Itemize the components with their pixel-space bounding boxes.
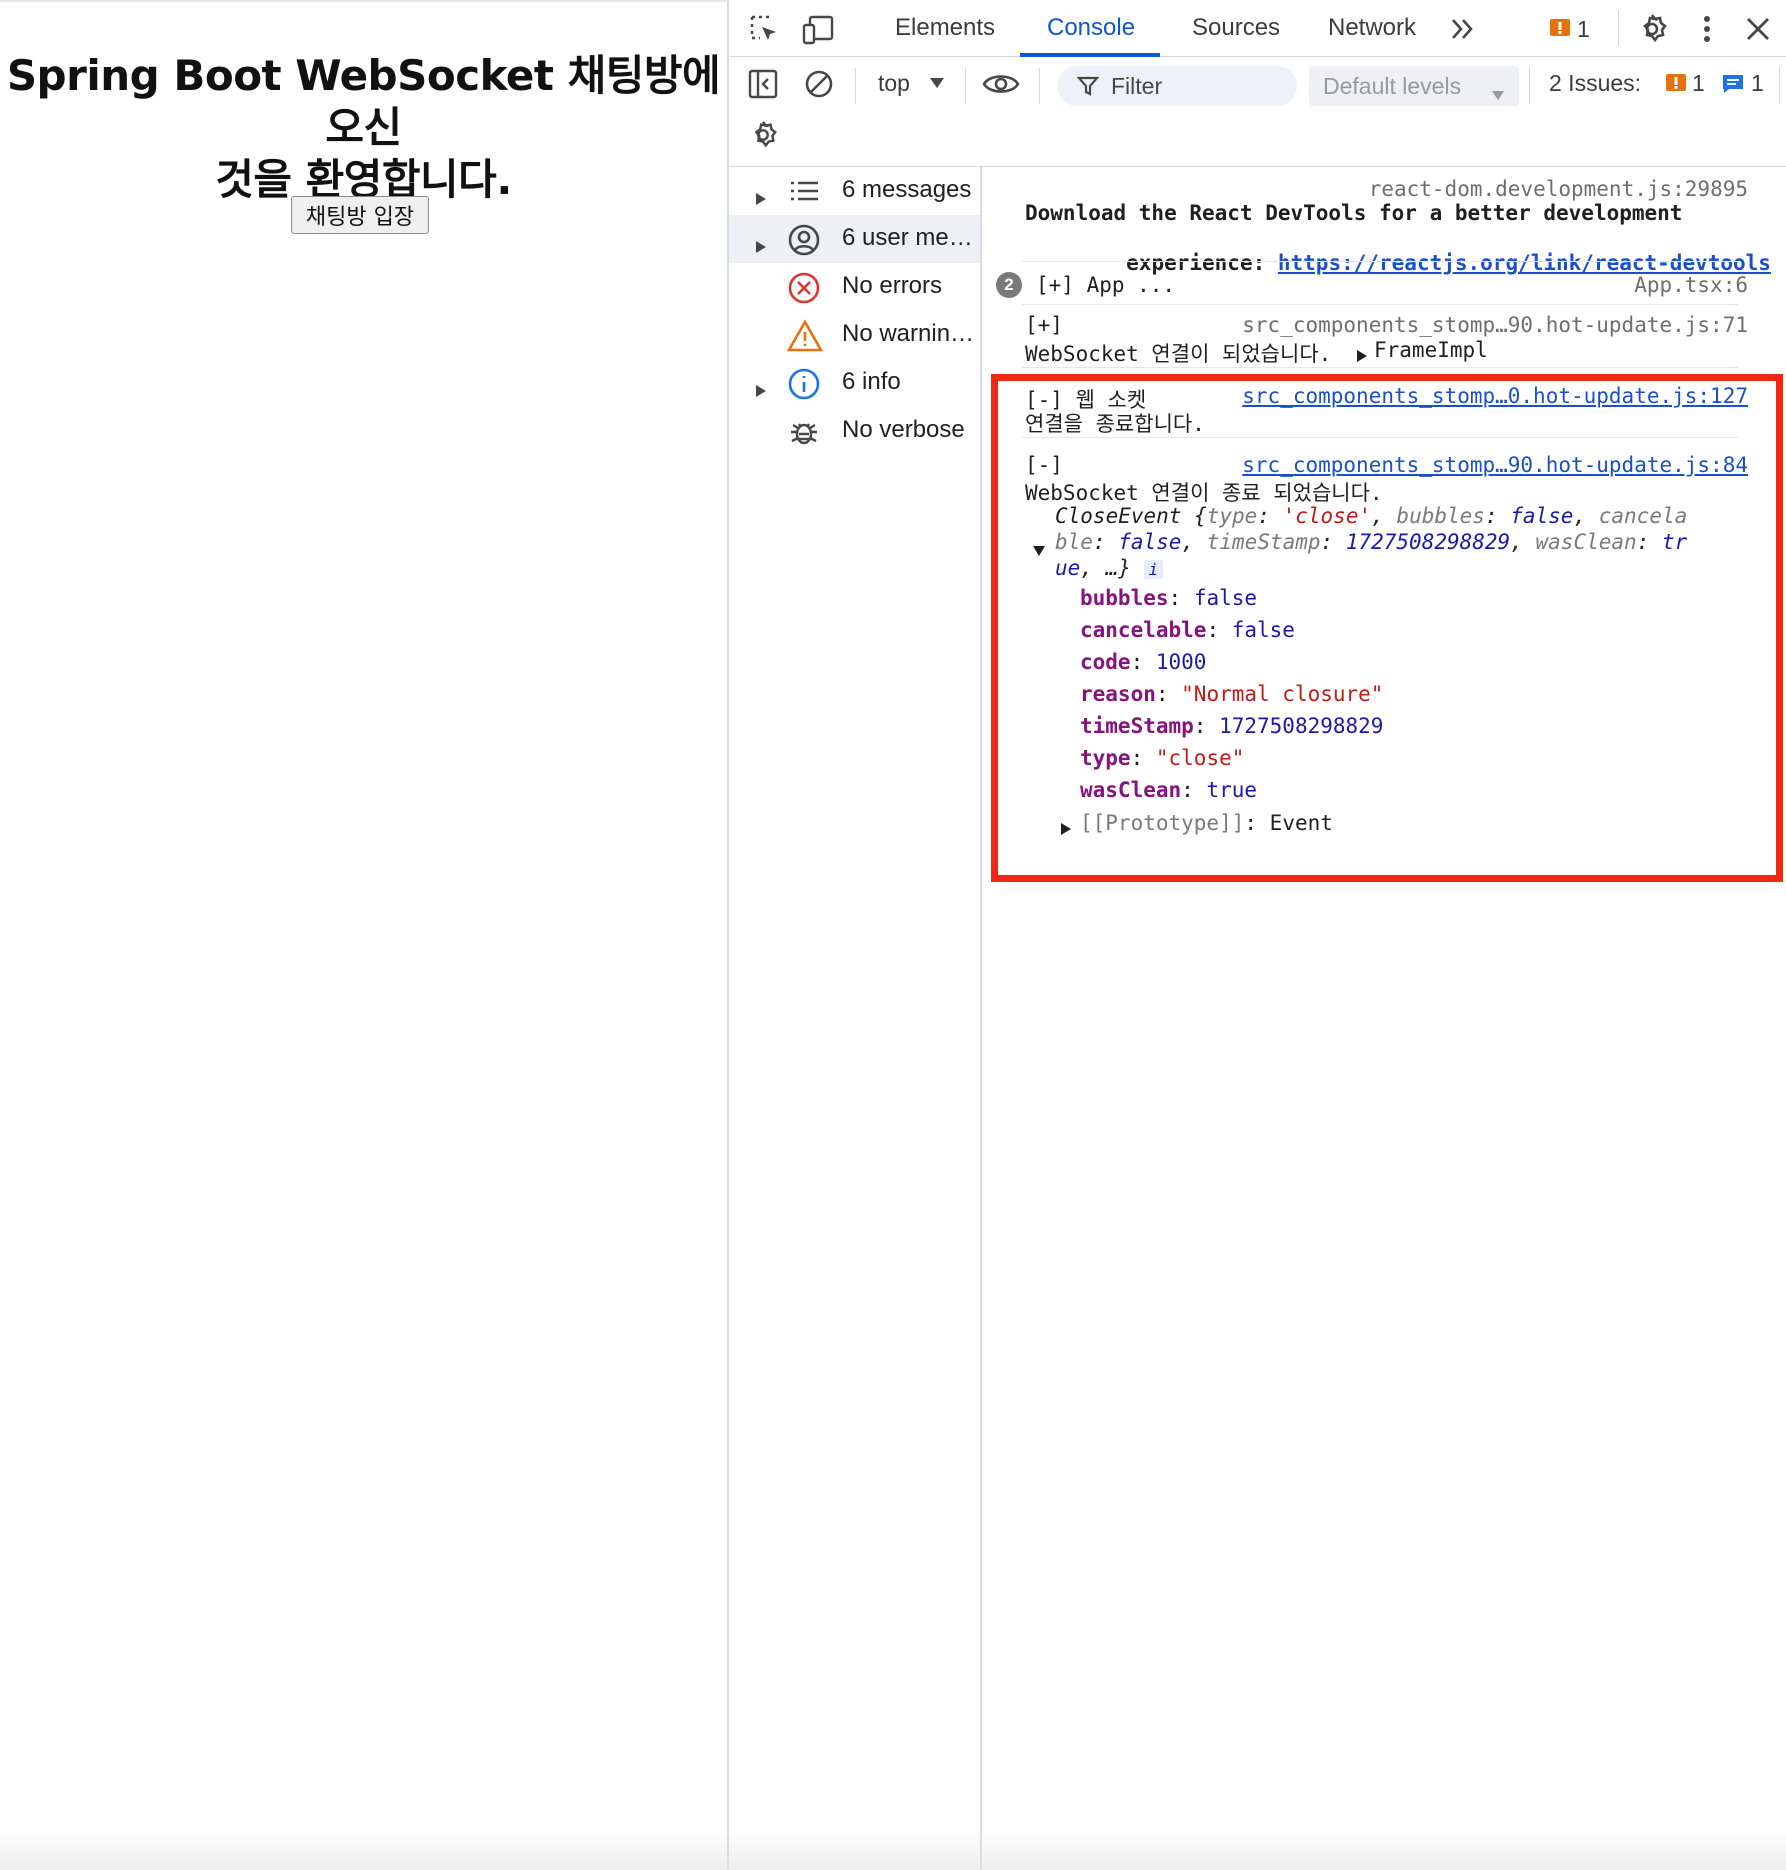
sidebar-item-user-messages[interactable]: 6 user me…	[729, 215, 980, 263]
chevron-double-right-icon[interactable]	[1449, 15, 1477, 48]
filter-input[interactable]: Filter	[1057, 66, 1297, 106]
message-text: experience:	[1126, 251, 1278, 275]
message-source[interactable]: react-dom.development.js:29895	[1369, 177, 1748, 201]
sidebar-item-messages[interactable]: 6 messages	[729, 167, 980, 215]
error-circle-icon	[787, 271, 823, 305]
repeat-count-badge: 2	[996, 272, 1022, 298]
sidebar-item-errors[interactable]: No errors	[729, 263, 980, 311]
bottom-shadow	[0, 1830, 1786, 1870]
live-expression-eye-icon[interactable]	[982, 71, 1020, 102]
enter-chatroom-button[interactable]: 채팅방 입장	[291, 196, 429, 234]
info-circle-icon	[787, 367, 823, 401]
device-toolbar-icon[interactable]	[802, 14, 836, 51]
message-prefix[interactable]: [+]	[1025, 313, 1063, 337]
highlight-box	[991, 374, 1783, 882]
expand-arrow-icon[interactable]	[755, 185, 767, 213]
issues-warning-count: 1	[1692, 70, 1705, 96]
issues-warning-icon	[1665, 73, 1687, 100]
filter-placeholder: Filter	[1111, 73, 1163, 99]
console-sidebar: 6 messages 6 user me… No errors No warni…	[729, 167, 982, 1870]
context-select[interactable]: top	[878, 70, 910, 97]
message-source[interactable]: src_components_stomp…90.hot-update.js:71	[1242, 313, 1748, 337]
user-circle-icon	[787, 223, 823, 257]
sidebar-item-info[interactable]: 6 info	[729, 359, 980, 407]
message-text[interactable]: [+] App ...	[1036, 273, 1175, 297]
devtools-tabbar: Elements Console Sources Network 1	[729, 0, 1786, 57]
frame-object[interactable]: FrameImpl	[1374, 338, 1488, 362]
message-text: WebSocket 연결이 되었습니다.	[1025, 342, 1332, 366]
caret-down-icon	[1491, 80, 1505, 107]
more-vertical-icon[interactable]	[1702, 14, 1712, 49]
issues-label[interactable]: 2 Issues:	[1549, 70, 1641, 97]
expand-arrow-icon[interactable]	[1356, 344, 1368, 368]
tab-elements[interactable]: Elements	[895, 14, 995, 42]
expand-arrow-icon[interactable]	[755, 377, 767, 405]
sidebar-item-label: No warnin…	[842, 320, 975, 347]
list-icon	[787, 175, 823, 209]
log-levels-label: Default levels	[1323, 73, 1462, 99]
bug-icon	[787, 415, 823, 449]
filter-funnel-icon	[1076, 75, 1100, 102]
inspect-element-icon[interactable]	[749, 14, 781, 51]
react-devtools-link[interactable]: https://reactjs.org/link/react-devtools	[1278, 251, 1771, 275]
sidebar-item-label: No verbose	[842, 416, 965, 443]
sidebar-item-label: 6 messages	[842, 176, 972, 203]
issues-info-count: 1	[1751, 70, 1764, 96]
warning-badge-icon[interactable]	[1549, 18, 1571, 45]
devtools-panel: Elements Console Sources Network 1 top F…	[727, 0, 1786, 1870]
sidebar-item-warnings[interactable]: No warnin…	[729, 311, 980, 359]
settings-gear-icon[interactable]	[1635, 12, 1669, 51]
page-title: Spring Boot WebSocket 채팅방에 오신 것을 환영합니다.	[0, 50, 727, 206]
warning-count[interactable]: 1	[1577, 16, 1590, 43]
warning-triangle-icon	[786, 319, 824, 353]
tab-console[interactable]: Console	[1047, 14, 1135, 42]
issues-info-icon	[1721, 73, 1745, 100]
sidebar-item-label: 6 user me…	[842, 224, 973, 251]
console-settings-gear-icon[interactable]	[747, 119, 779, 156]
expand-arrow-icon[interactable]	[755, 233, 767, 261]
clear-console-icon[interactable]	[803, 68, 835, 105]
sidebar-item-label: No errors	[842, 272, 943, 299]
tab-sources[interactable]: Sources	[1192, 14, 1280, 42]
sidebar-item-verbose[interactable]: No verbose	[729, 407, 980, 455]
log-levels-select[interactable]: Default levels	[1309, 66, 1519, 106]
page-title-line1: Spring Boot WebSocket 채팅방에 오신	[6, 51, 721, 152]
message-source[interactable]: App.tsx:6	[1634, 273, 1748, 297]
web-page: Spring Boot WebSocket 채팅방에 오신 것을 환영합니다. …	[0, 0, 727, 1870]
close-icon[interactable]	[1744, 15, 1772, 48]
message-text: Download the React DevTools for a better…	[1025, 201, 1683, 225]
console-toolbar: top Filter Default levels 2 Issues: 1 1	[729, 57, 1786, 167]
caret-down-icon[interactable]	[929, 76, 945, 94]
sidebar-toggle-icon[interactable]	[747, 68, 779, 105]
sidebar-item-label: 6 info	[842, 368, 901, 395]
tab-network[interactable]: Network	[1328, 14, 1416, 42]
